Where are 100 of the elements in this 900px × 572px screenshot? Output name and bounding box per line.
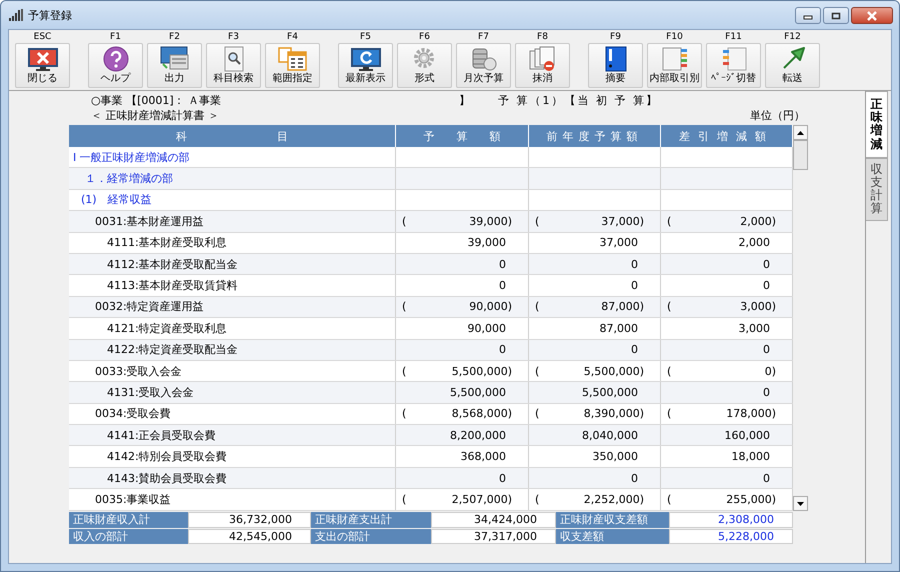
close-button[interactable] (851, 7, 893, 24)
amount-value: 0 (763, 343, 770, 356)
document-tabs-icon (660, 46, 688, 72)
toolbar-button[interactable]: 出力 (147, 43, 202, 88)
amount-value: 2,000) (740, 214, 776, 228)
toolbar-button[interactable]: 抹消 (515, 43, 570, 88)
amount-value: 255,000) (726, 492, 776, 506)
printer-icon (160, 46, 190, 72)
total-label: 正味財産支出計 (311, 512, 431, 528)
amount-value: 2,000 (738, 236, 770, 250)
documents-delete-icon (528, 46, 556, 72)
bracket-text: ( (535, 492, 540, 506)
amount-value: 0 (763, 386, 770, 399)
minimize-button[interactable] (795, 7, 821, 24)
amount-value: 350,000 (592, 450, 638, 464)
account-cell: 0031:基本財産運用益 (69, 211, 396, 232)
bracket-text: ( (667, 214, 672, 228)
key-label: F4 (287, 32, 298, 42)
key-label: F1 (110, 32, 121, 42)
toolbar-button[interactable]: ﾍﾟｰｼﾞ切替 (706, 43, 761, 88)
key-label: F10 (666, 32, 683, 42)
toolbar-button[interactable]: 科目検索 (206, 43, 261, 88)
amount-value: 8,200,000 (450, 428, 506, 442)
amount-value: 90,000 (468, 322, 506, 335)
bracket-text: ( (402, 492, 406, 506)
amount-value: 87,000 (600, 322, 638, 335)
amount-value: 8,040,000 (582, 428, 638, 442)
bracket-text: ( (535, 214, 540, 228)
amount-value: 39,000 (468, 236, 506, 250)
account-cell: 4122:特定資産受取配当金 (69, 340, 396, 360)
amount-value: 87,000) (601, 300, 644, 314)
side-tab[interactable]: 正味増減 (866, 91, 888, 158)
total-label: 収入の部計 (69, 528, 188, 544)
key-label: F3 (228, 32, 239, 42)
amount-value: 178,000) (726, 407, 776, 420)
caret-up-icon (797, 130, 804, 134)
business-label: ○事業 【[0001]： Ａ事業 (91, 93, 222, 108)
amount-value: 0 (631, 343, 638, 356)
key-label: F9 (610, 32, 621, 42)
bracket-text: ( (402, 364, 406, 378)
scroll-up-button[interactable] (793, 125, 808, 140)
amount-value: 90,000) (469, 300, 512, 314)
account-cell: Ⅰ 一般正味財産増減の部 (69, 147, 396, 168)
magnifier-document-icon (222, 46, 246, 72)
bracket-text: ( (667, 492, 672, 506)
toolbar-button[interactable]: 転送 (765, 43, 820, 88)
calendar-icon (278, 46, 308, 72)
account-cell: 4121:特定資産受取利息 (69, 318, 396, 339)
scrollbar[interactable] (793, 125, 808, 511)
total-value: 36,732,000 (188, 512, 311, 528)
toolbar-button[interactable]: 最新表示 (338, 43, 393, 88)
account-cell: 0033:受取入会金 (69, 360, 396, 382)
monitor-x-icon (28, 48, 58, 72)
account-cell: １．経常増減の部 (69, 168, 396, 189)
bracket-text: ( (402, 214, 406, 228)
maximize-button[interactable] (823, 7, 849, 24)
amount-value: 5,500,000 (450, 386, 506, 399)
amount-value: 18,000 (732, 450, 770, 464)
bracket-text: ( (667, 364, 672, 378)
amount-value: 0 (763, 472, 770, 485)
bracket-text: ( (535, 364, 540, 378)
scroll-thumb[interactable] (793, 140, 808, 170)
account-cell: 4141:正会員受取会費 (69, 425, 396, 446)
unit-label: 単位（円） (750, 108, 805, 123)
total-label: 正味財産収支差額 (556, 512, 669, 528)
key-label: F6 (419, 32, 430, 42)
amount-value: 3,000 (738, 322, 770, 335)
binder-icon (604, 46, 628, 72)
toolbar-button[interactable]: 月次予算 (456, 43, 511, 88)
side-tab[interactable]: 収支計算 (866, 158, 888, 220)
amount-value: 0) (764, 364, 776, 378)
toolbar-button[interactable]: 範囲指定 (265, 43, 320, 88)
toolbar-button[interactable]: ヘルプ (88, 43, 143, 88)
amount-value: 5,500,000 (582, 386, 638, 399)
toolbar-button[interactable]: 形式 (397, 43, 452, 88)
amount-value: 160,000 (724, 428, 770, 442)
amount-value: 0 (631, 258, 638, 271)
account-cell: 4143:賛助会員受取会費 (69, 468, 396, 488)
amount-value: 8,568,000) (452, 407, 512, 420)
app-icon (9, 9, 23, 21)
amount-value: 3,000) (740, 300, 776, 314)
amount-value: 0 (499, 258, 506, 271)
window-title: 予算登録 (28, 8, 72, 22)
toolbar-button[interactable]: 摘要 (588, 43, 643, 88)
key-label: F2 (169, 32, 180, 42)
amount-value: 0 (763, 258, 770, 271)
account-cell: 4142:特別会員受取会費 (69, 446, 396, 467)
statement-title: ＜ 正味財産増減計算書 ＞ (91, 108, 219, 123)
toolbar-button[interactable]: 内部取引別 (647, 43, 702, 88)
amount-value: 0 (631, 472, 638, 485)
account-cell: 4112:基本財産受取配当金 (69, 254, 396, 274)
caret-down-icon (797, 502, 804, 506)
total-label: 収支差額 (556, 528, 669, 544)
amount-value: 0 (631, 279, 638, 292)
maximize-icon (831, 12, 841, 20)
scroll-down-button[interactable] (793, 496, 808, 511)
toolbar-button[interactable]: 閉じる (15, 43, 70, 88)
amount-value: 5,500,000) (452, 364, 512, 378)
bracket-text: ( (535, 300, 540, 314)
account-cell: 4111:基本財産受取利息 (69, 232, 396, 253)
